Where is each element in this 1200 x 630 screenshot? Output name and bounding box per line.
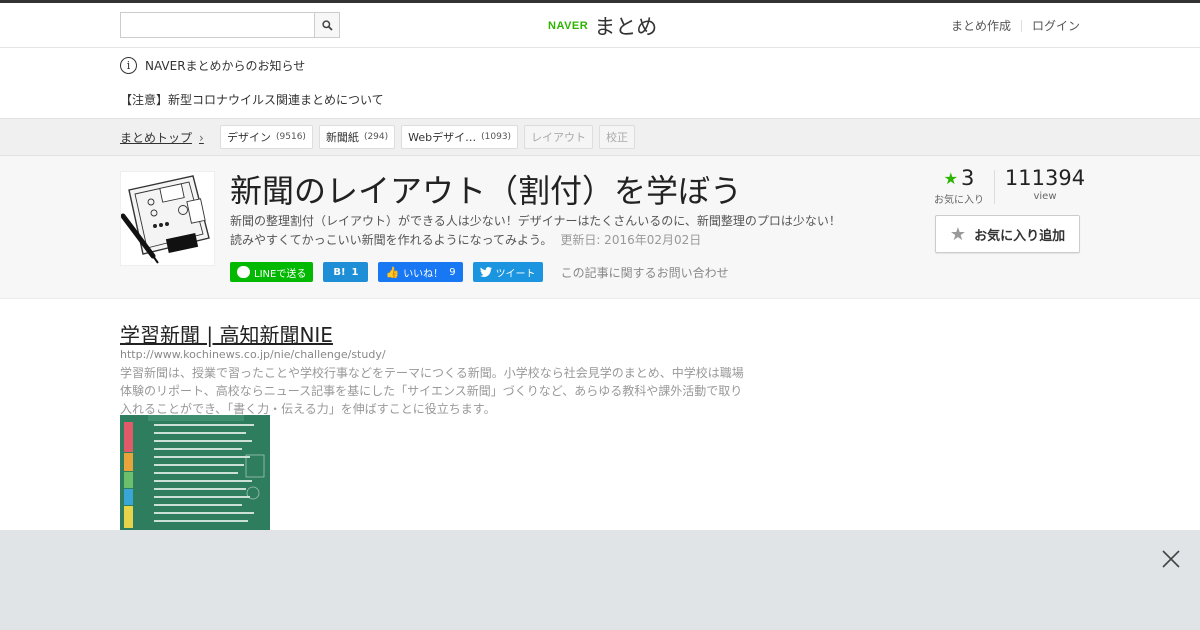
chevron-right-icon: › [199,130,204,145]
notice-link[interactable]: 【注意】新型コロナウイルス関連まとめについて [120,91,384,108]
star-icon: ★ [943,168,958,188]
hatena-icon: B! [333,266,346,278]
logo-naver: NAVER [548,20,589,32]
favorite-count-label: お気に入り [934,195,984,206]
tag-proofreading[interactable]: 校正 [599,125,636,149]
site-header: NAVER まとめ まとめ作成 ログイン [0,3,1200,48]
tag-label: 校正 [606,131,629,144]
article-description: 新聞の整理割付（レイアウト）ができる人は少ない！デザイナーはたくさんいるのに、新… [230,212,870,250]
description-text: 読みやすくてかっこいい新聞を作れるようになってみよう。 [230,233,553,247]
view-count-label: view [1033,191,1057,202]
study-newspaper-table-image [120,415,270,530]
favorite-count-value: 3 [960,166,975,190]
breadcrumb-home-label: まとめトップ [120,131,193,145]
share-buttons: LINEで送る B! 1 👍 いいね！ 9 ツイート この記事に関するお問い合わ… [230,262,729,282]
star-icon: ★ [949,223,967,245]
tag-count: (1093) [481,132,512,142]
notice-heading: i NAVERまとめからのお知らせ [120,57,305,74]
article-stats: ★ 3 お気に入り 111394 view [924,166,1095,206]
breadcrumb: まとめトップ › デザイン (9516) 新聞紙 (294) Webデザイ… (… [0,118,1200,156]
article-thumbnail [120,171,215,266]
thumbs-up-icon: 👍 [385,265,400,279]
tag-label: 新聞紙 [325,131,359,144]
newspaper-layout-illustration [120,175,210,264]
description-line-2: 読みやすくてかっこいい新聞を作れるようになってみよう。 更新日: 2016年02月… [230,231,870,250]
twitter-bird-icon [479,267,492,277]
facebook-like-label: いいね！ [403,268,444,280]
tag-web-design[interactable]: Webデザイ… (1093) [401,125,519,149]
search-box [120,12,340,38]
tweet-label: ツイート [495,268,536,280]
tag-label: デザイン [227,131,271,144]
updated-date: 更新日: 2016年02月02日 [560,233,702,247]
view-count: 111394 view [995,166,1095,206]
hatena-bookmark-button[interactable]: B! 1 [323,262,369,282]
tag-newspaper[interactable]: 新聞紙 (294) [318,125,396,149]
line-share-label: LINEで送る [254,268,307,280]
favorite-count: ★ 3 お気に入り [924,166,994,206]
item-description: 学習新聞は、授業で習ったことや学校行事などをテーマにつくる新聞。小学校なら社会見… [120,366,744,416]
item-url[interactable]: http://www.kochinews.co.jp/nie/challenge… [120,348,386,361]
tag-label: レイアウト [531,131,587,144]
view-count-value: 111394 [1004,166,1086,190]
notice-label: NAVERまとめからのお知らせ [145,59,306,73]
tag-design[interactable]: デザイン (9516) [220,125,313,149]
search-icon [321,19,333,31]
tag-layout[interactable]: レイアウト [524,125,594,149]
tag-count: (294) [363,132,389,142]
facebook-like-button[interactable]: 👍 いいね！ 9 [378,262,463,282]
article-contact-link[interactable]: この記事に関するお問い合わせ [561,264,729,281]
tag-label: Webデザイ… [408,131,477,144]
line-share-button[interactable]: LINEで送る [230,262,314,282]
header-links: まとめ作成 ログイン [951,17,1080,34]
add-favorite-label: お気に入り追加 [974,228,1066,244]
header-link-divider [1020,19,1022,32]
info-icon: i [120,57,137,74]
line-icon [237,266,250,278]
description-line-1: 新聞の整理割付（レイアウト）ができる人は少ない！デザイナーはたくさんいるのに、新… [230,214,841,228]
hatena-count: 1 [351,266,359,278]
add-favorite-button[interactable]: ★ お気に入り追加 [935,215,1080,253]
tag-list: デザイン (9516) 新聞紙 (294) Webデザイ… (1093) レイア… [220,125,641,149]
tweet-button[interactable]: ツイート [472,262,543,282]
tag-count: (9516) [276,132,306,142]
logo-matome: まとめ [594,15,658,39]
search-button[interactable] [314,13,339,37]
article-title: 新聞のレイアウト（割付）を学ぼう [230,172,743,210]
item-title-link[interactable]: 学習新聞 | 高知新聞NIE [120,319,333,348]
item-image[interactable] [120,415,270,530]
breadcrumb-home-link[interactable]: まとめトップ › [120,129,204,146]
login-link[interactable]: ログイン [1032,17,1080,34]
facebook-like-count: 9 [449,266,456,278]
create-matome-link[interactable]: まとめ作成 [951,17,1011,34]
bottom-overlay-banner [0,530,1200,630]
close-icon[interactable] [1160,548,1182,570]
site-logo[interactable]: NAVER まとめ [548,11,657,41]
search-input[interactable] [121,13,314,37]
article-header: 新聞のレイアウト（割付）を学ぼう 新聞の整理割付（レイアウト）ができる人は少ない… [0,156,1200,299]
